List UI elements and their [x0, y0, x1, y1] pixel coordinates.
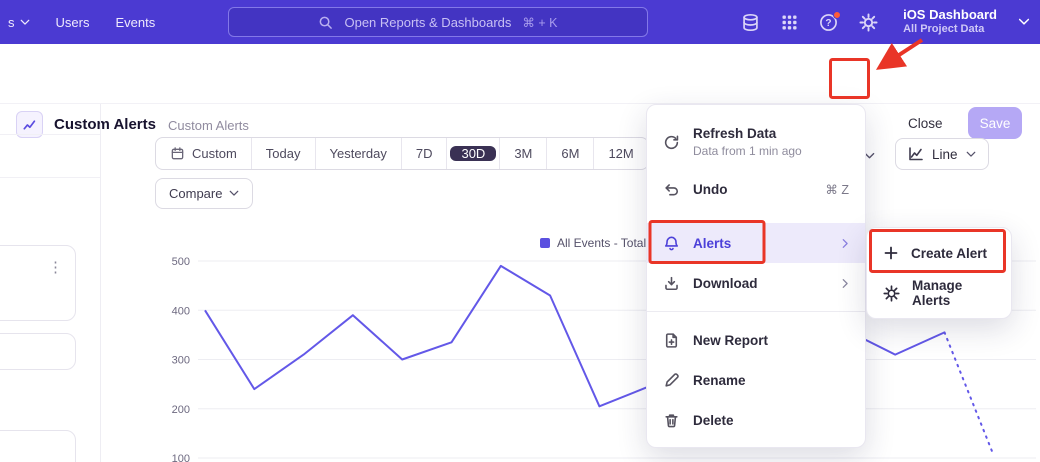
plus-icon — [883, 245, 899, 261]
nav-right: ? iOS Dashboard All Project Data — [741, 0, 1030, 44]
top-navbar: s Users Events Open Reports & Dashboards… — [0, 0, 1040, 44]
menu-item-new-report[interactable]: New Report — [647, 320, 865, 360]
help-notification-dot — [833, 11, 841, 19]
alerts-label: Alerts — [693, 236, 731, 251]
project-chevron-down-icon[interactable] — [1018, 18, 1030, 26]
menu-item-rename[interactable]: Rename — [647, 360, 865, 400]
settings-gear-icon[interactable] — [859, 13, 878, 32]
date-range-30d-selected[interactable]: 30D — [446, 138, 499, 169]
nav-item-users[interactable]: Users — [56, 15, 90, 30]
report-header: Custom Alerts Custom Alerts GV Duplicate… — [0, 44, 1040, 104]
chevron-down-icon — [229, 190, 239, 197]
chevron-right-icon — [842, 238, 849, 249]
download-label: Download — [693, 276, 758, 291]
date-range-7d[interactable]: 7D — [401, 138, 447, 169]
menu-item-delete[interactable]: Delete — [647, 400, 865, 440]
card-menu-icon[interactable]: ⋮ — [48, 258, 63, 276]
undo-icon — [663, 181, 680, 198]
date-range-custom-label: Custom — [192, 146, 237, 161]
nav-left: s Users Events — [8, 0, 155, 44]
delete-trash-icon — [663, 412, 680, 429]
date-range-yesterday[interactable]: Yesterday — [315, 138, 401, 169]
menu-item-download[interactable]: Download — [647, 263, 865, 303]
chevron-right-icon — [842, 278, 849, 289]
svg-text:500: 500 — [172, 256, 190, 268]
page-title: Custom Alerts — [54, 116, 156, 133]
date-range-today[interactable]: Today — [251, 138, 315, 169]
refresh-sublabel: Data from 1 min ago — [693, 144, 802, 158]
apps-grid-icon[interactable] — [781, 14, 798, 31]
chart-type-label: Line — [932, 147, 958, 162]
sidebar-card[interactable]: ⋮ — [0, 245, 76, 321]
search-shortcut: ⌘ + K — [522, 15, 557, 30]
menu-item-undo[interactable]: Undo ⌘ Z — [647, 169, 865, 209]
svg-text:200: 200 — [172, 404, 190, 416]
rename-label: Rename — [693, 373, 746, 388]
calendar-icon — [170, 146, 185, 161]
delete-label: Delete — [693, 413, 734, 428]
compare-button[interactable]: Compare — [155, 178, 253, 209]
manage-alerts-label: Manage Alerts — [912, 278, 995, 308]
undo-label: Undo — [693, 182, 728, 197]
chevron-down-icon — [20, 19, 30, 26]
date-range-3m[interactable]: 3M — [499, 138, 546, 169]
new-report-icon — [663, 332, 680, 349]
date-range-12m[interactable]: 12M — [593, 138, 647, 169]
download-icon — [663, 275, 680, 292]
refresh-label: Refresh Data — [693, 126, 802, 141]
svg-text:400: 400 — [172, 305, 190, 317]
nav-users-label: Users — [56, 15, 90, 30]
sidebar-card[interactable] — [0, 430, 76, 462]
sidebar-divider — [100, 104, 101, 462]
nav-boards-label: s — [8, 15, 15, 30]
nav-item-events[interactable]: Events — [115, 15, 155, 30]
date-range-custom[interactable]: Custom — [156, 138, 251, 169]
sidebar-card[interactable] — [0, 333, 76, 370]
legend-swatch — [540, 238, 550, 248]
line-chart-icon — [908, 146, 924, 162]
project-title: iOS Dashboard — [903, 7, 997, 23]
create-alert-label: Create Alert — [911, 246, 987, 261]
date-range-6m[interactable]: 6M — [546, 138, 593, 169]
sidebar-row-divider — [0, 177, 100, 178]
breadcrumb: Custom Alerts — [168, 118, 249, 133]
save-button[interactable]: Save — [968, 107, 1022, 139]
alerts-bell-icon — [663, 235, 680, 252]
gear-icon — [883, 285, 900, 302]
refresh-icon — [663, 134, 680, 151]
menu-item-refresh-data[interactable]: Refresh Data Data from 1 min ago — [647, 115, 865, 169]
svg-text:?: ? — [826, 18, 832, 29]
submenu-item-manage-alerts[interactable]: Manage Alerts — [867, 273, 1011, 313]
chevron-down-icon — [966, 151, 976, 158]
data-management-icon[interactable] — [741, 13, 760, 32]
nav-item-boards-truncated[interactable]: s — [8, 15, 30, 30]
sidebar-row-divider — [0, 134, 100, 135]
chart-type-button[interactable]: Line — [895, 138, 989, 170]
menu-divider — [647, 311, 865, 312]
rename-pencil-icon — [663, 372, 680, 389]
svg-text:100: 100 — [172, 453, 190, 462]
help-icon[interactable]: ? — [819, 13, 838, 32]
search-placeholder: Open Reports & Dashboards — [344, 15, 511, 30]
app-root: s Users Events Open Reports & Dashboards… — [0, 0, 1040, 462]
menu-item-alerts[interactable]: Alerts — [647, 223, 865, 263]
more-options-menu: Refresh Data Data from 1 min ago Undo ⌘ … — [646, 104, 866, 448]
search-icon — [318, 15, 333, 30]
close-button[interactable]: Close — [908, 116, 943, 131]
date-range-picker: Custom Today Yesterday 7D 30D 3M 6M 12M — [155, 137, 649, 170]
project-subtitle: All Project Data — [903, 23, 997, 37]
new-report-label: New Report — [693, 333, 768, 348]
submenu-item-create-alert[interactable]: Create Alert — [867, 233, 1011, 273]
global-search[interactable]: Open Reports & Dashboards ⌘ + K — [228, 7, 648, 37]
project-switcher[interactable]: iOS Dashboard All Project Data — [903, 7, 997, 37]
nav-events-label: Events — [115, 15, 155, 30]
undo-shortcut: ⌘ Z — [825, 182, 849, 197]
alerts-submenu: Create Alert Manage Alerts — [866, 227, 1012, 319]
svg-text:300: 300 — [172, 355, 190, 367]
compare-label: Compare — [169, 186, 222, 201]
